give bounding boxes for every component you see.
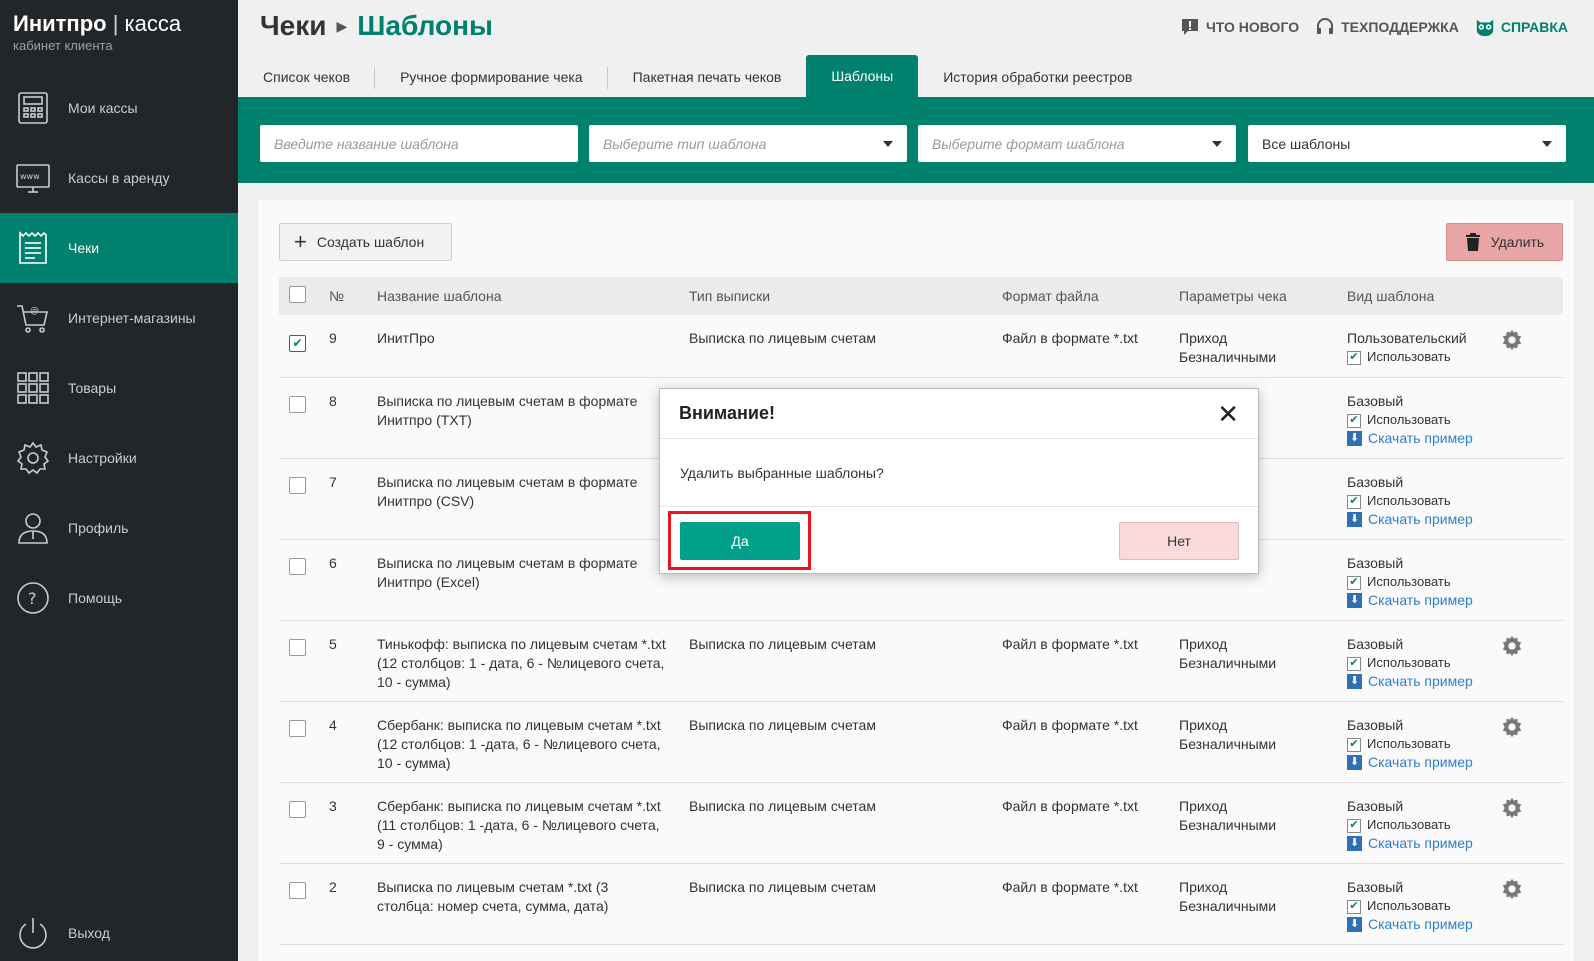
confirm-yes-button[interactable]: Да: [680, 522, 800, 560]
confirm-dialog: Внимание! ✕ Удалить выбранные шаблоны? Д…: [659, 388, 1259, 574]
modal-overlay: Внимание! ✕ Удалить выбранные шаблоны? Д…: [0, 0, 1594, 961]
confirm-no-button[interactable]: Нет: [1119, 522, 1239, 560]
dialog-title: Внимание!: [679, 403, 775, 423]
close-icon[interactable]: ✕: [1217, 401, 1239, 427]
dialog-message: Удалить выбранные шаблоны?: [680, 464, 884, 481]
